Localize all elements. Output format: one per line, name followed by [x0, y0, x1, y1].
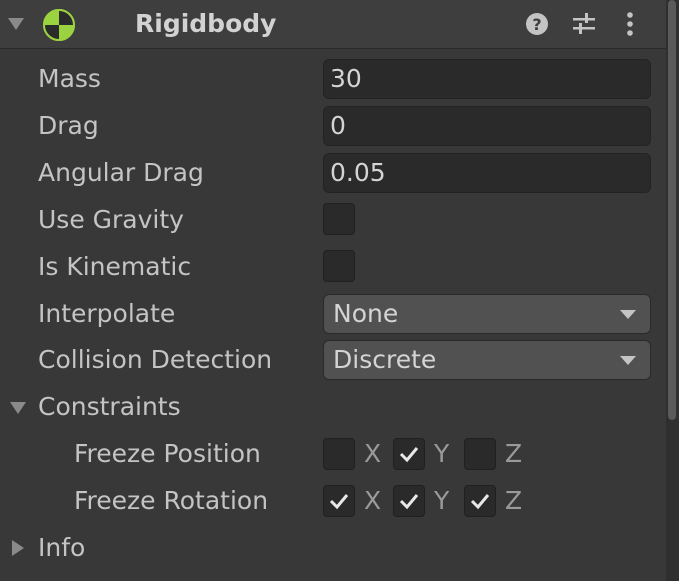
freeze-rotation-y-checkbox[interactable]: [393, 485, 425, 517]
interpolate-label: Interpolate: [38, 299, 176, 328]
freeze-rotation-z-checkbox[interactable]: [464, 485, 496, 517]
freeze-rotation-label: Freeze Rotation: [74, 486, 269, 515]
use-gravity-checkbox[interactable]: [323, 203, 355, 235]
checkmark-icon: [470, 494, 490, 510]
mass-field[interactable]: 30: [323, 59, 651, 99]
chevron-down-icon: [620, 310, 636, 319]
collision-detection-value: Discrete: [333, 345, 437, 374]
collision-detection-dropdown[interactable]: Discrete: [323, 340, 651, 380]
info-foldout-label[interactable]: Info: [38, 531, 85, 565]
freeze-rotation-x-checkbox[interactable]: [323, 485, 355, 517]
freeze-rotation-y-label: Y: [434, 486, 450, 515]
angular-drag-label[interactable]: Angular Drag: [38, 156, 204, 190]
component-title: Rigidbody: [135, 9, 277, 38]
interpolate-value: None: [333, 299, 399, 328]
svg-text:?: ?: [532, 15, 541, 34]
drag-label[interactable]: Drag: [38, 109, 99, 143]
scrollbar-thumb[interactable]: [668, 0, 676, 420]
collapse-arrow-icon[interactable]: [8, 18, 24, 30]
freeze-rotation-z-label: Z: [505, 486, 523, 515]
freeze-position-y-label: Y: [434, 439, 450, 468]
more-options-icon[interactable]: [616, 10, 644, 38]
info-foldout-arrow-icon[interactable]: [12, 540, 24, 556]
freeze-position-z-label: Z: [505, 439, 523, 468]
freeze-position-y-checkbox[interactable]: [393, 438, 425, 470]
component-header[interactable]: Rigidbody ?: [0, 0, 666, 49]
checkmark-icon: [329, 494, 349, 510]
checkmark-icon: [399, 494, 419, 510]
is-kinematic-label: Is Kinematic: [38, 252, 192, 281]
scrollbar[interactable]: [666, 0, 679, 581]
checkmark-icon: [399, 447, 419, 463]
freeze-position-x-checkbox[interactable]: [323, 438, 355, 470]
interpolate-dropdown[interactable]: None: [323, 294, 651, 334]
freeze-position-z-checkbox[interactable]: [464, 438, 496, 470]
presets-icon[interactable]: [570, 10, 598, 38]
drag-field[interactable]: 0: [323, 106, 651, 146]
mass-label[interactable]: Mass: [38, 62, 101, 96]
rigidbody-inspector: Rigidbody ? Mass 30 Drag 0 Angular Drag …: [0, 0, 679, 581]
freeze-rotation-x-label: X: [364, 486, 382, 515]
rigidbody-icon: [43, 9, 75, 41]
angular-drag-field[interactable]: 0.05: [323, 153, 651, 193]
collision-detection-label: Collision Detection: [38, 345, 273, 374]
constraints-foldout-arrow-icon[interactable]: [10, 402, 26, 414]
help-icon[interactable]: ?: [523, 10, 551, 38]
is-kinematic-checkbox[interactable]: [323, 250, 355, 282]
chevron-down-icon: [620, 356, 636, 365]
use-gravity-label: Use Gravity: [38, 205, 184, 234]
freeze-position-x-label: X: [364, 439, 382, 468]
freeze-position-label: Freeze Position: [74, 439, 261, 468]
constraints-foldout-label[interactable]: Constraints: [38, 390, 181, 424]
